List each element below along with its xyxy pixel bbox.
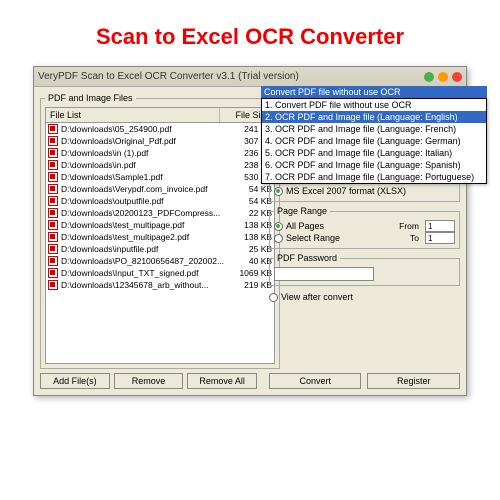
file-list[interactable]: D:\downloads\05_254900.pdf241 KBD:\downl… [45,123,275,364]
pdf-file-icon [48,196,58,206]
file-header: File List File Size [45,107,275,123]
file-name: D:\downloads\in (1).pdf [61,148,224,158]
dropdown-option[interactable]: 2. OCR PDF and Image file (Language: Eng… [262,111,486,123]
all-pages-radio[interactable]: All Pages [274,220,393,232]
files-group: PDF and Image Files File List File Size … [40,93,280,369]
pdf-file-icon [48,148,58,158]
checkbox-icon [269,293,278,302]
file-name: D:\downloads\20200123_PDFCompress... [61,208,224,218]
file-name: D:\downloads\outputfile.pdf [61,196,224,206]
dropdown-option[interactable]: 7. OCR PDF and Image file (Language: Por… [262,171,486,183]
remove-button[interactable]: Remove [114,373,184,389]
password-legend: PDF Password [274,253,340,263]
ocr-mode-dropdown[interactable]: 1. Convert PDF file without use OCR2. OC… [261,98,487,184]
file-name: D:\downloads\inputfile.pdf [61,244,224,254]
pdf-file-icon [48,184,58,194]
table-row[interactable]: D:\downloads\12345678_arb_without...219 … [46,279,274,291]
minimize-icon[interactable] [424,72,434,82]
pdf-file-icon [48,244,58,254]
maximize-icon[interactable] [438,72,448,82]
file-name: D:\downloads\Original_Pdf.pdf [61,136,224,146]
register-button[interactable]: Register [367,373,460,389]
remove-all-button[interactable]: Remove All [187,373,257,389]
file-name: D:\downloads\test_multipage.pdf [61,220,224,230]
titlebar: VeryPDF Scan to Excel OCR Converter v3.1… [34,67,466,87]
pdf-file-icon [48,280,58,290]
table-row[interactable]: D:\downloads\in (1).pdf236 KB [46,147,274,159]
file-name: D:\downloads\test_multipage2.pdf [61,232,224,242]
file-name: D:\downloads\12345678_arb_without... [61,280,224,290]
window-title: VeryPDF Scan to Excel OCR Converter v3.1… [38,71,299,82]
table-row[interactable]: D:\downloads\20200123_PDFCompress...22 K… [46,207,274,219]
dropdown-option[interactable]: 4. OCR PDF and Image file (Language: Ger… [262,135,486,147]
radio-icon [274,222,283,231]
dropdown-option[interactable]: 6. OCR PDF and Image file (Language: Spa… [262,159,486,171]
pdf-file-icon [48,160,58,170]
to-label: To [410,233,419,243]
pdf-file-icon [48,256,58,266]
table-row[interactable]: D:\downloads\test_multipage2.pdf138 KB [46,231,274,243]
radio-icon [274,234,283,243]
convert-button[interactable]: Convert [269,373,362,389]
close-icon[interactable] [452,72,462,82]
table-row[interactable]: D:\downloads\test_multipage.pdf138 KB [46,219,274,231]
pdf-file-icon [48,124,58,134]
file-name: D:\downloads\05_254900.pdf [61,124,224,134]
format-xlsx-radio[interactable]: MS Excel 2007 format (XLSX) [274,185,455,197]
window-controls [424,72,462,82]
table-row[interactable]: D:\downloads\outputfile.pdf54 KB [46,195,274,207]
select-range-radio[interactable]: Select Range [274,232,404,244]
dropdown-option[interactable]: 5. OCR PDF and Image file (Language: Ita… [262,147,486,159]
pdf-file-icon [48,220,58,230]
page-range-group: Page Range All Pages From 1 Select Range… [269,206,460,249]
dropdown-option[interactable]: 1. Convert PDF file without use OCR [262,99,486,111]
table-row[interactable]: D:\downloads\Verypdf.com_invoice.pdf54 K… [46,183,274,195]
page-title: Scan to Excel OCR Converter [0,0,500,60]
file-name: D:\downloads\PO_82100656487_202002... [61,256,224,266]
file-name: D:\downloads\in.pdf [61,160,224,170]
radio-icon [274,187,283,196]
pdf-file-icon [48,172,58,182]
password-input[interactable] [274,267,374,281]
password-group: PDF Password [269,253,460,286]
table-row[interactable]: D:\downloads\in.pdf238 KB [46,159,274,171]
table-row[interactable]: D:\downloads\inputfile.pdf25 KB [46,243,274,255]
table-row[interactable]: D:\downloads\Input_TXT_signed.pdf1069 KB [46,267,274,279]
from-input[interactable]: 1 [425,220,455,232]
files-legend: PDF and Image Files [45,93,136,103]
table-row[interactable]: D:\downloads\PO_82100656487_202002...40 … [46,255,274,267]
table-row[interactable]: D:\downloads\Original_Pdf.pdf307 KB [46,135,274,147]
pdf-file-icon [48,268,58,278]
table-row[interactable]: D:\downloads\Sample1.pdf530 KB [46,171,274,183]
pdf-file-icon [48,208,58,218]
range-legend: Page Range [274,206,330,216]
file-name: D:\downloads\Input_TXT_signed.pdf [61,268,224,278]
table-row[interactable]: D:\downloads\05_254900.pdf241 KB [46,123,274,135]
from-label: From [399,221,419,231]
dropdown-option[interactable]: 3. OCR PDF and Image file (Language: Fre… [262,123,486,135]
add-file-button[interactable]: Add File(s) [40,373,110,389]
col-filelist[interactable]: File List [46,108,220,122]
pdf-file-icon [48,136,58,146]
to-input[interactable]: 1 [425,232,455,244]
view-after-checkbox[interactable]: View after convert [269,292,460,302]
file-name: D:\downloads\Sample1.pdf [61,172,224,182]
file-name: D:\downloads\Verypdf.com_invoice.pdf [61,184,224,194]
pdf-file-icon [48,232,58,242]
